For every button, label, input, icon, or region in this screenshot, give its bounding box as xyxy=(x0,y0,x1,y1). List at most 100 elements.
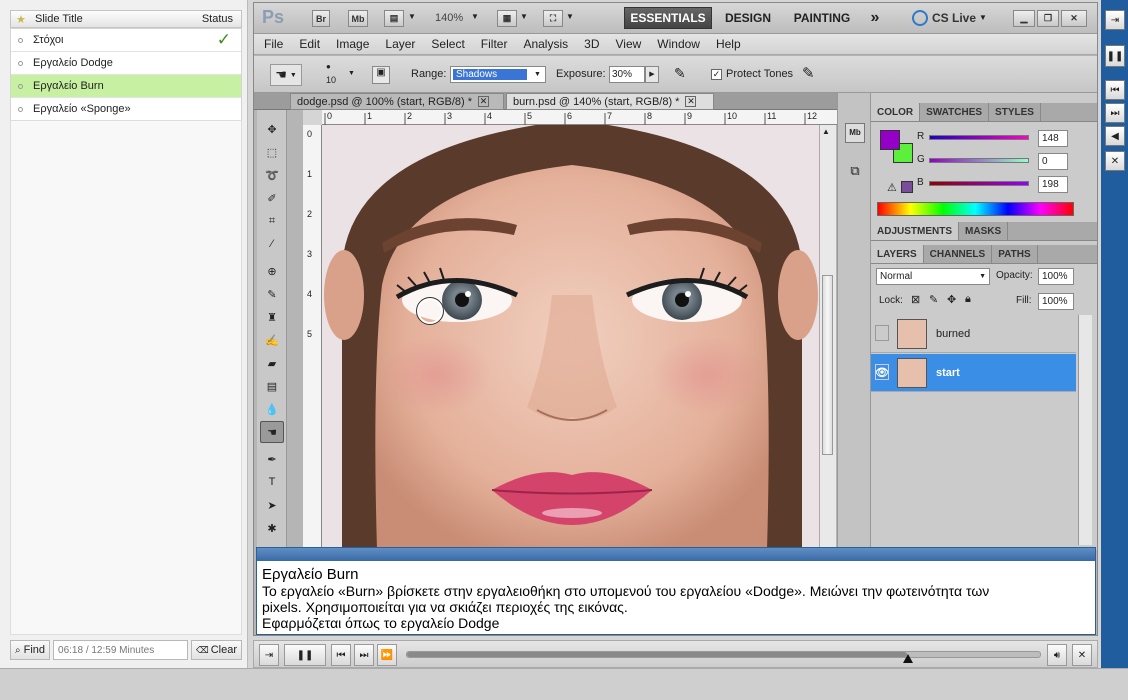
menu-window[interactable]: Window xyxy=(657,37,700,51)
brush-tool-icon[interactable]: ✎ xyxy=(260,283,284,305)
type-tool-icon[interactable]: T xyxy=(260,471,284,493)
tab-channels[interactable]: CHANNELS xyxy=(924,245,993,263)
next-slide-button[interactable]: ⏭ xyxy=(354,644,374,666)
crop-tool-icon[interactable]: ⌗ xyxy=(260,210,284,232)
layer-visibility-toggle[interactable] xyxy=(875,325,889,341)
tab-color[interactable]: COLOR xyxy=(871,103,921,121)
lock-pixels-icon[interactable]: ✎ xyxy=(929,293,938,306)
find-button[interactable]: ⌕ Find xyxy=(10,640,51,660)
close-icon[interactable]: ✕ xyxy=(685,96,697,107)
blend-mode-select[interactable]: Normal ▼ xyxy=(876,268,990,285)
gradient-tool-icon[interactable]: ▤ xyxy=(260,375,284,397)
tablet-pressure-icon[interactable]: ✎ xyxy=(802,64,815,82)
exposure-input[interactable]: 30% xyxy=(609,66,645,83)
brush-panel-icon[interactable]: ▣ xyxy=(372,66,390,84)
mini-bridge-panel-icon[interactable]: Mb xyxy=(845,123,865,143)
chevron-down-icon[interactable]: ▼ xyxy=(520,12,528,21)
fill-input[interactable]: 100% xyxy=(1038,293,1074,310)
chevron-down-icon[interactable]: ▼ xyxy=(566,12,574,21)
red-slider[interactable] xyxy=(929,135,1029,140)
previous-slide-button[interactable]: ⏮ xyxy=(331,644,351,666)
face-photo[interactable] xyxy=(322,125,819,550)
progress-handle[interactable] xyxy=(902,654,913,663)
menu-file[interactable]: File xyxy=(264,37,283,51)
shape-tool-icon[interactable]: ✱ xyxy=(260,517,284,539)
opacity-input[interactable]: 100% xyxy=(1038,268,1074,285)
workspace-essentials[interactable]: ESSENTIALS xyxy=(624,7,712,29)
menu-help[interactable]: Help xyxy=(716,37,741,51)
close-icon[interactable]: ✕ xyxy=(1072,644,1092,666)
chevron-down-icon[interactable]: ▼ xyxy=(348,70,355,77)
tab-paths[interactable]: PATHS xyxy=(992,245,1038,263)
pause-button[interactable]: ❚❚ xyxy=(284,644,326,666)
previous-icon[interactable]: ⏮ xyxy=(1105,80,1125,100)
marquee-tool-icon[interactable]: ⬚ xyxy=(260,141,284,163)
chevron-down-icon[interactable]: ▼ xyxy=(408,12,416,21)
lasso-tool-icon[interactable]: ➰ xyxy=(260,164,284,186)
chevron-right-icon[interactable]: ▶ xyxy=(645,66,659,83)
menu-image[interactable]: Image xyxy=(336,37,369,51)
green-value-input[interactable]: 0 xyxy=(1038,153,1068,170)
more-workspaces-button[interactable]: » xyxy=(864,7,886,29)
outline-item-sponge[interactable]: Εργαλείο «Sponge» xyxy=(11,98,241,121)
range-select[interactable]: Shadows ▼ xyxy=(450,66,546,83)
tab-burn-psd[interactable]: burn.psd @ 140% (start, RGB/8) * ✕ xyxy=(506,93,714,110)
chevron-down-icon[interactable]: ▼ xyxy=(471,12,479,21)
blue-value-input[interactable]: 198 xyxy=(1038,176,1068,193)
scroll-thumb[interactable] xyxy=(822,275,833,455)
move-tool-icon[interactable]: ✥ xyxy=(260,118,284,140)
menu-layer[interactable]: Layer xyxy=(385,37,415,51)
menu-view[interactable]: View xyxy=(615,37,641,51)
red-value-input[interactable]: 148 xyxy=(1038,130,1068,147)
eyedropper-tool-icon[interactable]: ⁄ xyxy=(260,233,284,255)
canvas-vertical-scrollbar[interactable]: ▲ xyxy=(819,125,836,550)
volume-icon[interactable]: ◀︎ xyxy=(1105,126,1125,146)
view-extras-button[interactable]: ▤ xyxy=(384,10,404,27)
green-slider[interactable] xyxy=(929,158,1029,163)
outline-item-objectives[interactable]: Στόχοι ✓ xyxy=(11,29,241,52)
layer-row-start[interactable]: 👁︎ start xyxy=(871,354,1076,392)
foreground-color-swatch[interactable] xyxy=(880,130,900,150)
lock-transparent-icon[interactable]: ⊠ xyxy=(911,293,920,306)
menu-edit[interactable]: Edit xyxy=(299,37,320,51)
next-icon[interactable]: ⏭ xyxy=(1105,103,1125,123)
tab-swatches[interactable]: SWATCHES xyxy=(920,103,990,121)
pause-icon[interactable]: ❚❚ xyxy=(1105,45,1125,67)
outline-item-burn[interactable]: Εργαλείο Burn xyxy=(11,75,241,98)
protect-tones-checkbox[interactable]: ✓ xyxy=(711,69,722,80)
history-brush-tool-icon[interactable]: ✍ xyxy=(260,329,284,351)
history-panel-icon[interactable]: ⧉ xyxy=(845,163,865,183)
tab-layers[interactable]: LAYERS xyxy=(871,245,924,263)
workspace-design[interactable]: DESIGN xyxy=(720,7,776,29)
arrange-documents-button[interactable]: ▦ xyxy=(497,10,517,27)
tab-adjustments[interactable]: ADJUSTMENTS xyxy=(871,222,960,240)
menu-filter[interactable]: Filter xyxy=(481,37,508,51)
chevron-down-icon[interactable]: ▼ xyxy=(979,13,987,22)
lock-all-icon[interactable]: 🔒︎ xyxy=(965,293,971,306)
workspace-painting[interactable]: PAINTING xyxy=(786,7,858,29)
path-selection-tool-icon[interactable]: ➤ xyxy=(260,494,284,516)
burn-tool-icon[interactable]: ☚ xyxy=(260,421,284,443)
eraser-tool-icon[interactable]: ▰ xyxy=(260,352,284,374)
tab-masks[interactable]: MASKS xyxy=(959,222,1009,240)
mini-bridge-button[interactable]: Mb xyxy=(348,10,368,27)
layer-row-burned[interactable]: burned xyxy=(871,315,1076,353)
menu-select[interactable]: Select xyxy=(431,37,464,51)
bridge-button[interactable]: Br xyxy=(312,10,330,27)
exit-icon[interactable]: ⇥ xyxy=(1105,10,1125,30)
healing-brush-tool-icon[interactable]: ⊕ xyxy=(260,260,284,282)
tab-styles[interactable]: STYLES xyxy=(989,103,1041,121)
gamut-color-swatch[interactable] xyxy=(901,181,913,193)
tool-preset-picker[interactable]: ☚ ▼ xyxy=(270,64,302,86)
brush-size-value[interactable]: 10 xyxy=(326,75,336,85)
clear-button[interactable]: ⌫ Clear xyxy=(190,640,242,660)
restore-button[interactable]: ❐ xyxy=(1037,10,1059,27)
gamut-warning-icon[interactable]: ⚠ xyxy=(887,181,897,194)
menu-analysis[interactable]: Analysis xyxy=(523,37,568,51)
close-window-button[interactable]: ✕ xyxy=(1061,10,1087,27)
eye-icon[interactable]: 👁︎ xyxy=(875,364,889,380)
blur-tool-icon[interactable]: 💧 xyxy=(260,398,284,420)
clone-stamp-tool-icon[interactable]: ♜ xyxy=(260,306,284,328)
exit-icon[interactable]: ⇥ xyxy=(259,644,279,666)
screen-mode-button[interactable]: ⛶ xyxy=(543,10,563,27)
